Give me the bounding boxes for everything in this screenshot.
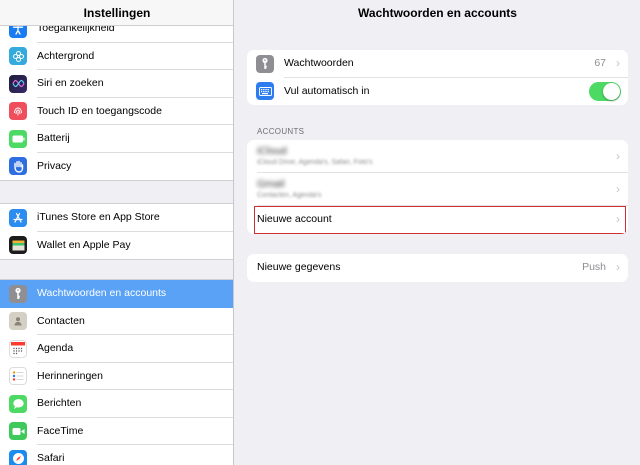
passwords-card: Wachtwoorden 67 › Vul automatisch in [247,50,628,105]
wallet-icon [9,236,27,255]
sidebar-item-label: Safari [37,452,65,464]
hand-icon [9,157,27,176]
sidebar-item-label: Batterij [37,132,70,144]
autofill-label: Vul automatisch in [284,84,370,97]
account-row-gmail[interactable]: Gmail Contacten, Agenda's › [247,173,628,206]
sidebar-item-reminders[interactable]: Herinneringen [0,363,233,390]
detail-pane: Wachtwoorden en accounts Wachtwoorden 67… [235,0,640,465]
sidebar-item-app-store[interactable]: iTunes Store en App Store [0,204,233,232]
key-icon [9,284,27,303]
sidebar-item-safari[interactable]: Safari [0,445,233,465]
sidebar-item-label: Agenda [37,342,74,354]
chevron-right-icon: › [616,182,620,196]
chevron-right-icon: › [616,212,620,226]
sidebar-item-privacy[interactable]: Privacy [0,153,233,181]
account-row-icloud[interactable]: iCloud iCloud Drive, Agenda's, Safari, F… [247,140,628,173]
fetch-value: Push [582,261,606,273]
fetch-new-data-row[interactable]: Nieuwe gegevens Push › [247,254,628,282]
fetch-card: Nieuwe gegevens Push › [247,254,628,282]
reminders-icon [9,367,27,386]
sidebar-item-wallet[interactable]: Wallet en Apple Pay [0,232,233,260]
sidebar-group-general: Toegankelijkheid Achtergrond Siri en zoe… [0,14,233,181]
sidebar-item-label: Wachtwoorden en accounts [37,287,167,299]
fingerprint-icon [9,102,27,121]
sidebar-item-calendar[interactable]: Agenda [0,335,233,363]
autofill-row: Vul automatisch in [247,78,628,106]
account-name: Gmail [257,178,285,190]
account-detail: iCloud Drive, Agenda's, Safari, Foto's [257,159,373,166]
sidebar-group-apps: Wachtwoorden en accounts Contacten Agend… [0,279,233,465]
calendar-icon [9,339,27,358]
sidebar-item-label: Berichten [37,397,82,409]
sidebar-item-passwords-accounts[interactable]: Wachtwoorden en accounts [0,280,233,308]
chevron-right-icon: › [616,149,620,163]
sidebar-item-label: FaceTime [37,424,84,437]
sidebar-item-siri[interactable]: Siri en zoeken [0,70,233,98]
passwords-count: 67 [594,57,606,69]
accounts-card: iCloud iCloud Drive, Agenda's, Safari, F… [247,140,628,234]
wallpaper-icon [9,47,27,66]
passwords-label: Wachtwoorden [284,57,354,69]
sidebar-group-stores: iTunes Store en App Store Wallet en Appl… [0,203,233,260]
sidebar-item-touch-id[interactable]: Touch ID en toegangscode [0,98,233,125]
contacts-icon [9,312,27,331]
sidebar-item-facetime[interactable]: FaceTime [0,418,233,445]
account-detail: Contacten, Agenda's [257,192,322,199]
sidebar-item-label: Privacy [37,159,72,172]
battery-icon [9,129,27,148]
passwords-row[interactable]: Wachtwoorden 67 › [247,50,628,78]
accounts-section-header: ACCOUNTS [257,127,305,136]
new-account-label: Nieuwe account [257,213,332,225]
app-store-icon [9,208,27,227]
fetch-label: Nieuwe gegevens [257,261,341,273]
new-account-row[interactable]: Nieuwe account › [247,206,628,234]
sidebar-item-battery[interactable]: Batterij [0,125,233,153]
sidebar-item-label: Touch ID en toegangscode [37,104,162,117]
sidebar-item-label: Contacten [37,314,85,327]
sidebar-item-label: Achtergrond [37,49,95,62]
key-icon [256,54,274,73]
sidebar-item-label: Siri en zoeken [37,77,104,89]
sidebar-item-contacts[interactable]: Contacten [0,308,233,335]
page-title: Wachtwoorden en accounts [358,6,517,20]
sidebar-item-wallpaper[interactable]: Achtergrond [0,43,233,70]
sidebar: Instellingen Toegankelijkheid Achtergron… [0,0,234,465]
sidebar-title: Instellingen [0,0,233,26]
messages-icon [9,394,27,413]
sidebar-item-label: iTunes Store en App Store [37,211,160,223]
sidebar-item-label: Herinneringen [37,369,103,382]
facetime-icon [9,422,27,441]
sidebar-item-label: Wallet en Apple Pay [37,238,131,251]
chevron-right-icon: › [616,260,620,274]
siri-icon [9,74,27,93]
safari-icon [9,449,27,465]
chevron-right-icon: › [616,56,620,70]
keyboard-icon [256,82,274,101]
account-name: iCloud [257,145,287,157]
autofill-toggle[interactable] [589,81,621,101]
sidebar-item-messages[interactable]: Berichten [0,390,233,418]
